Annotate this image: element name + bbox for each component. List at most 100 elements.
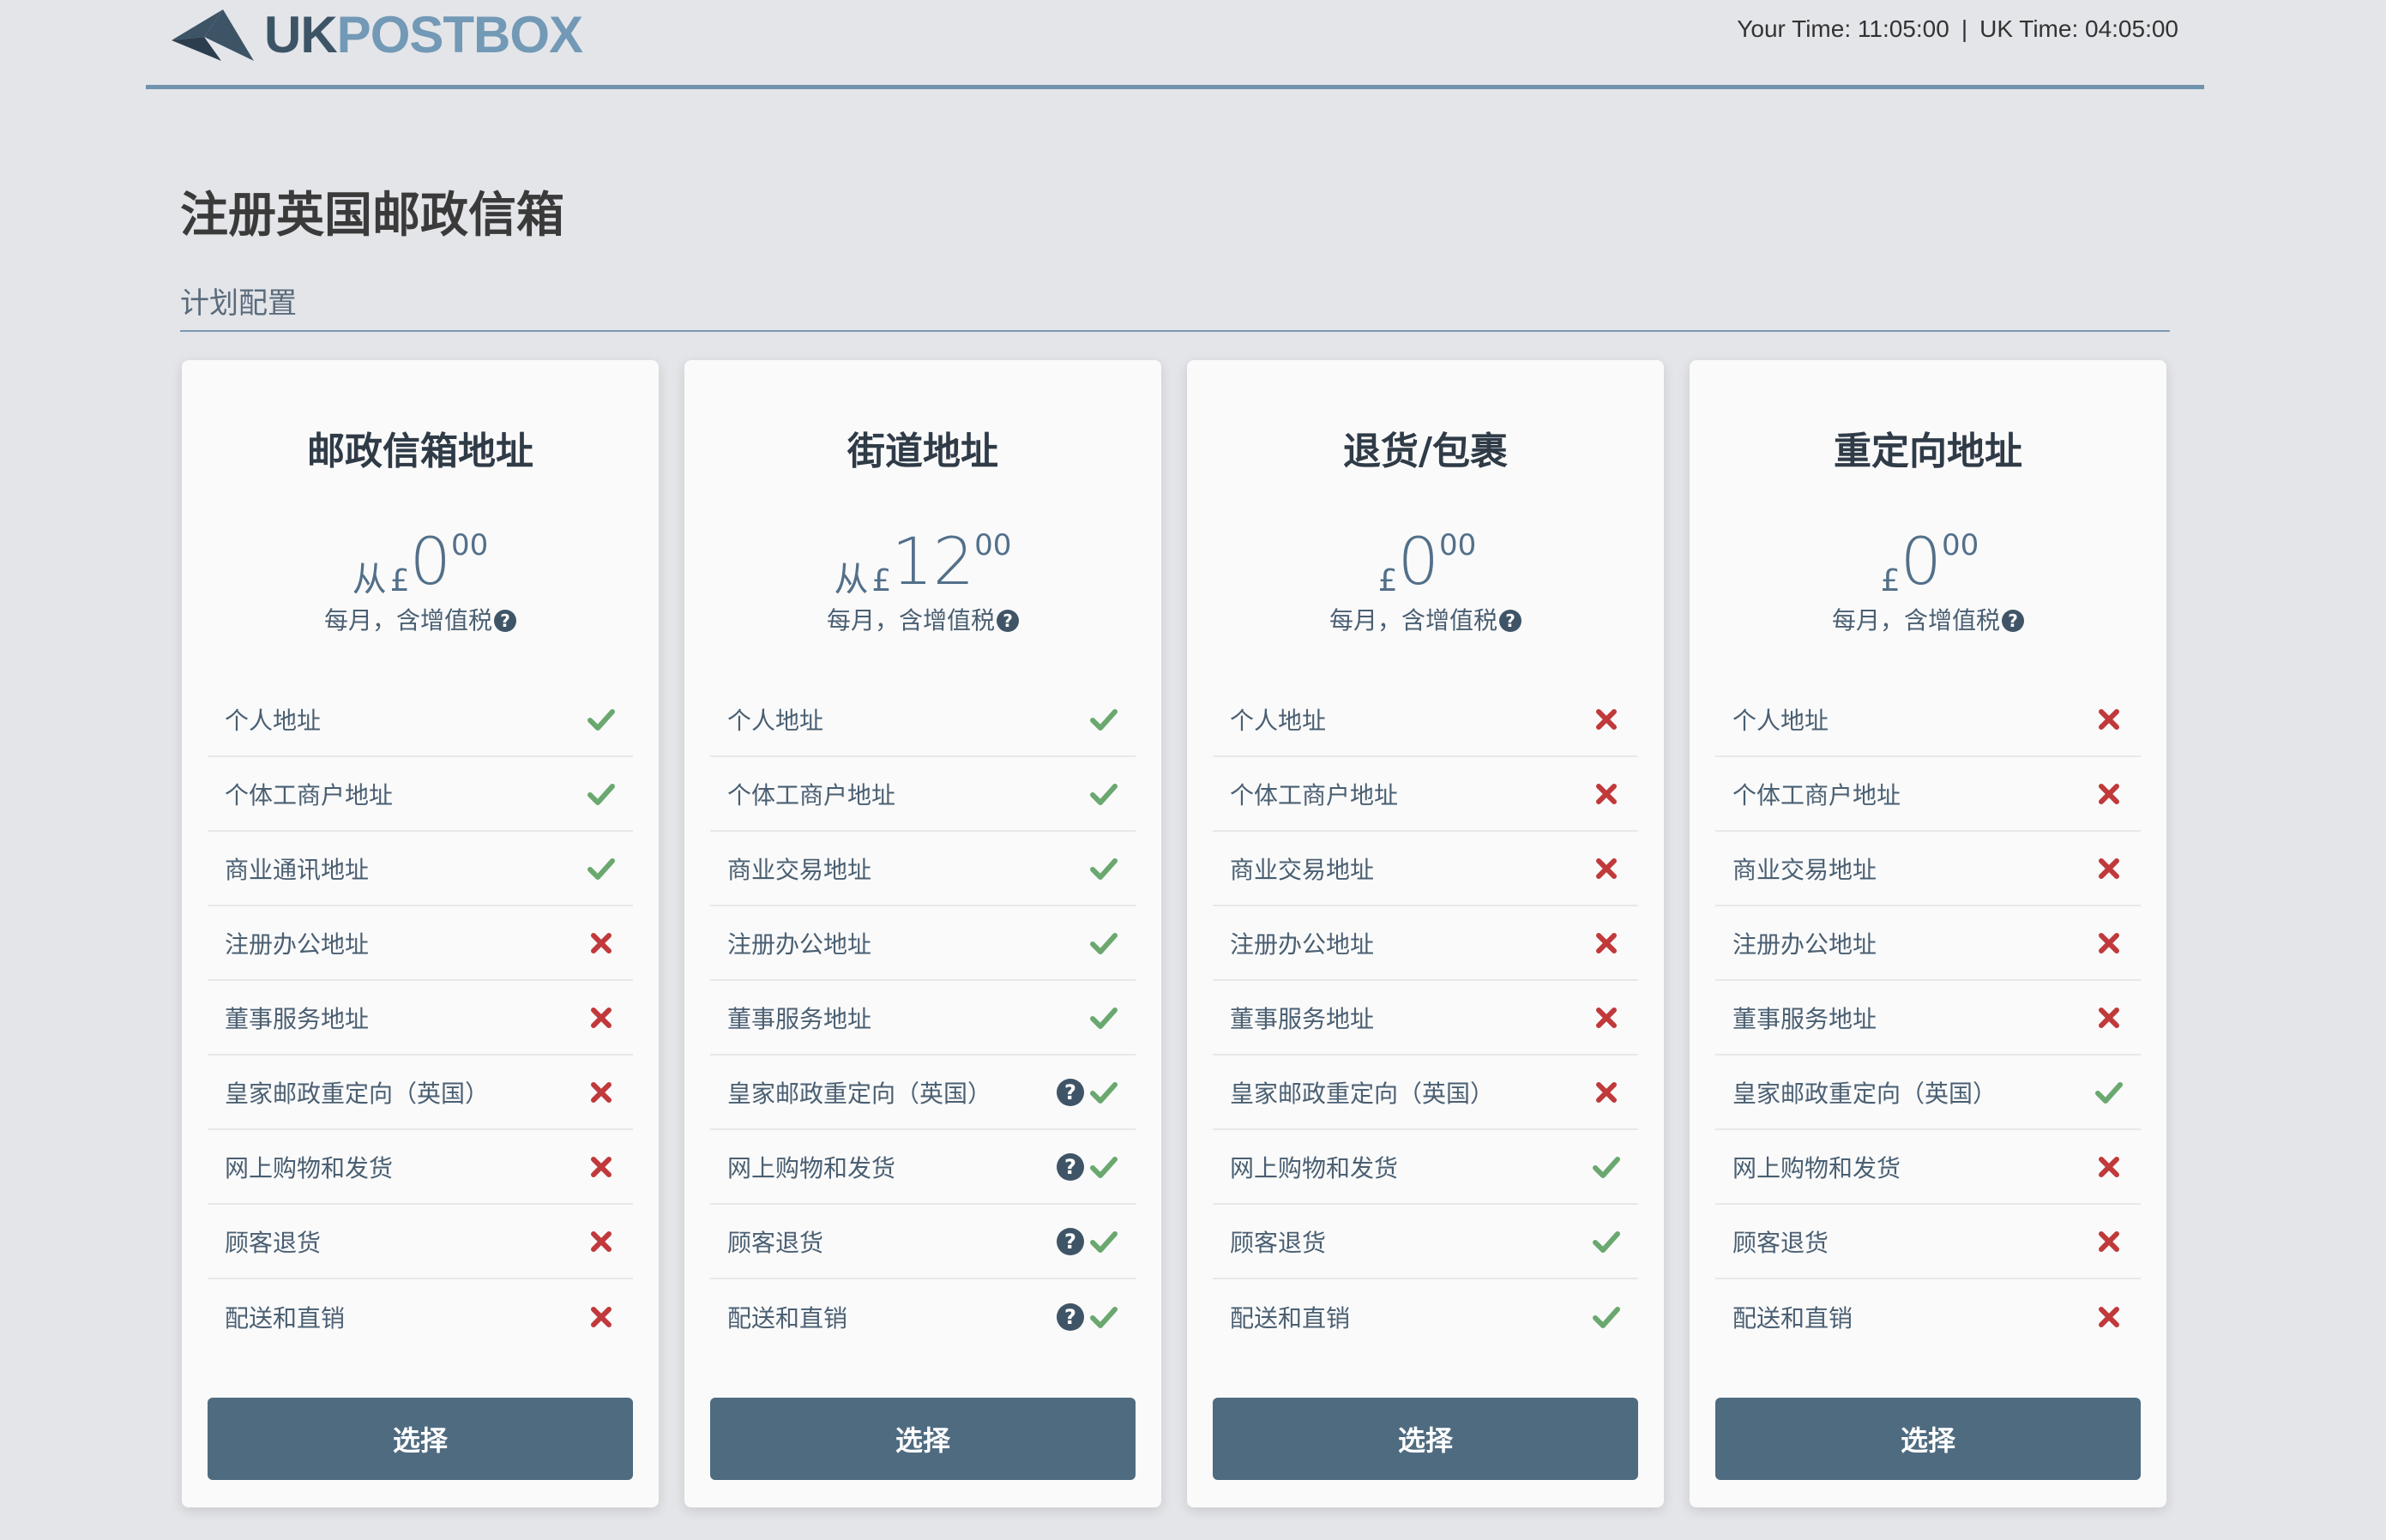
cross-icon — [2099, 932, 2119, 953]
feature-status: ? — [1057, 1227, 1118, 1256]
feature-label: 配送和直销 — [225, 1303, 346, 1332]
help-icon[interactable]: ? — [1057, 1302, 1084, 1331]
feature-row: 网上购物和发货 — [208, 1130, 633, 1205]
feature-status — [587, 1152, 616, 1182]
price-note: 每月，含增值税? — [1690, 602, 2166, 636]
feature-status — [2094, 1152, 2124, 1182]
logo-uk: UK — [264, 6, 338, 63]
check-icon — [1593, 1156, 1620, 1178]
feature-label: 顾客退货 — [1732, 1228, 1829, 1257]
feature-label: 个体工商户地址 — [727, 780, 896, 809]
feature-label: 个人地址 — [727, 706, 824, 735]
feature-label: 皇家邮政重定向（英国） — [1732, 1079, 1997, 1108]
feature-row: 配送和直销 — [208, 1279, 633, 1354]
feature-status — [1592, 779, 1621, 809]
feature-status — [1592, 1152, 1621, 1182]
plan-price: 从 £000 — [182, 523, 659, 601]
feature-row: 个体工商户地址 — [208, 757, 633, 832]
feature-row: 注册办公地址 — [1213, 906, 1638, 981]
cross-icon — [591, 1081, 612, 1103]
feature-row: 顾客退货 — [208, 1205, 633, 1279]
feature-row: 顾客退货? — [710, 1205, 1136, 1279]
feature-row: 注册办公地址 — [1715, 906, 2141, 981]
check-icon — [2095, 1081, 2123, 1104]
feature-label: 董事服务地址 — [225, 1004, 370, 1033]
time-separator: | — [1961, 15, 1968, 42]
feature-status — [587, 1078, 616, 1107]
feature-label: 董事服务地址 — [1732, 1004, 1877, 1033]
feature-status — [1592, 705, 1621, 734]
help-icon[interactable]: ? — [1057, 1078, 1084, 1106]
feature-row: 配送和直销 — [1715, 1279, 2141, 1354]
cross-icon — [1596, 932, 1617, 953]
price-decimal: 00 — [974, 528, 1012, 562]
select-plan-button[interactable]: 选择 — [1213, 1398, 1638, 1480]
price-note: 每月，含增值税? — [684, 602, 1161, 636]
feature-label: 顾客退货 — [1230, 1228, 1327, 1257]
feature-status — [1592, 1302, 1621, 1332]
feature-label: 网上购物和发货 — [1230, 1153, 1399, 1182]
feature-row: 注册办公地址 — [710, 906, 1136, 981]
feature-row: 商业交易地址 — [1715, 832, 2141, 906]
plan-title: 重定向地址 — [1834, 430, 2022, 473]
plan-title: 街道地址 — [847, 430, 998, 473]
vat-help-icon[interactable]: ? — [494, 610, 516, 632]
logo[interactable]: UKPOSTBOX — [170, 5, 583, 64]
feature-label: 个人地址 — [225, 706, 322, 735]
feature-status — [2094, 1078, 2124, 1107]
check-icon — [1090, 1156, 1118, 1178]
select-plan-button[interactable]: 选择 — [1715, 1398, 2141, 1480]
feature-label: 皇家邮政重定向（英国） — [225, 1079, 490, 1108]
check-icon — [1090, 708, 1118, 731]
cross-icon — [1596, 783, 1617, 804]
price-integer: 12 — [891, 523, 975, 599]
cross-icon — [591, 1007, 612, 1028]
uk-time: UK Time: 04:05:00 — [1979, 15, 2178, 42]
feature-row: 皇家邮政重定向（英国）? — [710, 1056, 1136, 1130]
cross-icon — [591, 1156, 612, 1177]
feature-list: 个人地址 个体工商户地址 商业交易地址 注册办公地址 董事服务地址 皇家邮政重定向（英国）… — [710, 683, 1136, 1354]
feature-label: 顾客退货 — [225, 1228, 322, 1257]
select-plan-button[interactable]: 选择 — [208, 1398, 633, 1480]
cross-icon — [2099, 1306, 2119, 1327]
feature-status — [1592, 929, 1621, 958]
feature-label: 商业交易地址 — [1732, 855, 1877, 884]
vat-help-icon[interactable]: ? — [997, 610, 1019, 632]
feature-status — [587, 779, 616, 809]
feature-status — [1089, 854, 1118, 883]
feature-status — [2094, 854, 2124, 883]
feature-row: 个人地址 — [1213, 683, 1638, 757]
feature-row: 董事服务地址 — [208, 981, 633, 1056]
price-currency: £ — [1880, 563, 1901, 599]
price-note-text: 每月，含增值税 — [1831, 606, 2000, 635]
price-decimal: 00 — [1942, 528, 1979, 562]
price-note: 每月，含增值税? — [182, 602, 659, 636]
check-icon — [587, 783, 615, 805]
vat-help-icon[interactable]: ? — [1499, 610, 1521, 632]
feature-status — [1592, 1227, 1621, 1256]
check-icon — [1090, 783, 1118, 805]
price-note: 每月，含增值税? — [1187, 602, 1664, 636]
check-icon — [1593, 1230, 1620, 1253]
vat-help-icon[interactable]: ? — [2002, 610, 2024, 632]
feature-row: 个人地址 — [208, 683, 633, 757]
cross-icon — [1596, 857, 1617, 879]
feature-status — [2094, 1302, 2124, 1332]
feature-label: 个体工商户地址 — [225, 780, 394, 809]
plan-card-2: 街道地址 从 £1200 每月，含增值税? 个人地址 个体工商户地址 商业交易地址 注册… — [684, 360, 1161, 1507]
feature-label: 注册办公地址 — [727, 929, 872, 959]
select-plan-button[interactable]: 选择 — [710, 1398, 1136, 1480]
feature-label: 网上购物和发货 — [225, 1153, 394, 1182]
plan-card-3: 退货/包裹 £000 每月，含增值税? 个人地址 个体工商户地址 商业交易地址 注册办… — [1187, 360, 1664, 1507]
help-icon[interactable]: ? — [1057, 1227, 1084, 1255]
feature-row: 商业通讯地址 — [208, 832, 633, 906]
feature-label: 商业交易地址 — [727, 855, 872, 884]
logo-icon — [172, 9, 254, 61]
help-icon[interactable]: ? — [1057, 1152, 1084, 1181]
feature-row: 网上购物和发货 — [1213, 1130, 1638, 1205]
cross-icon — [1596, 1007, 1617, 1028]
feature-label: 网上购物和发货 — [1732, 1153, 1901, 1182]
feature-status — [2094, 929, 2124, 958]
feature-row: 注册办公地址 — [208, 906, 633, 981]
header: UKPOSTBOX Your Time: 11:05:00 | UK Time: 0… — [146, 0, 2204, 89]
